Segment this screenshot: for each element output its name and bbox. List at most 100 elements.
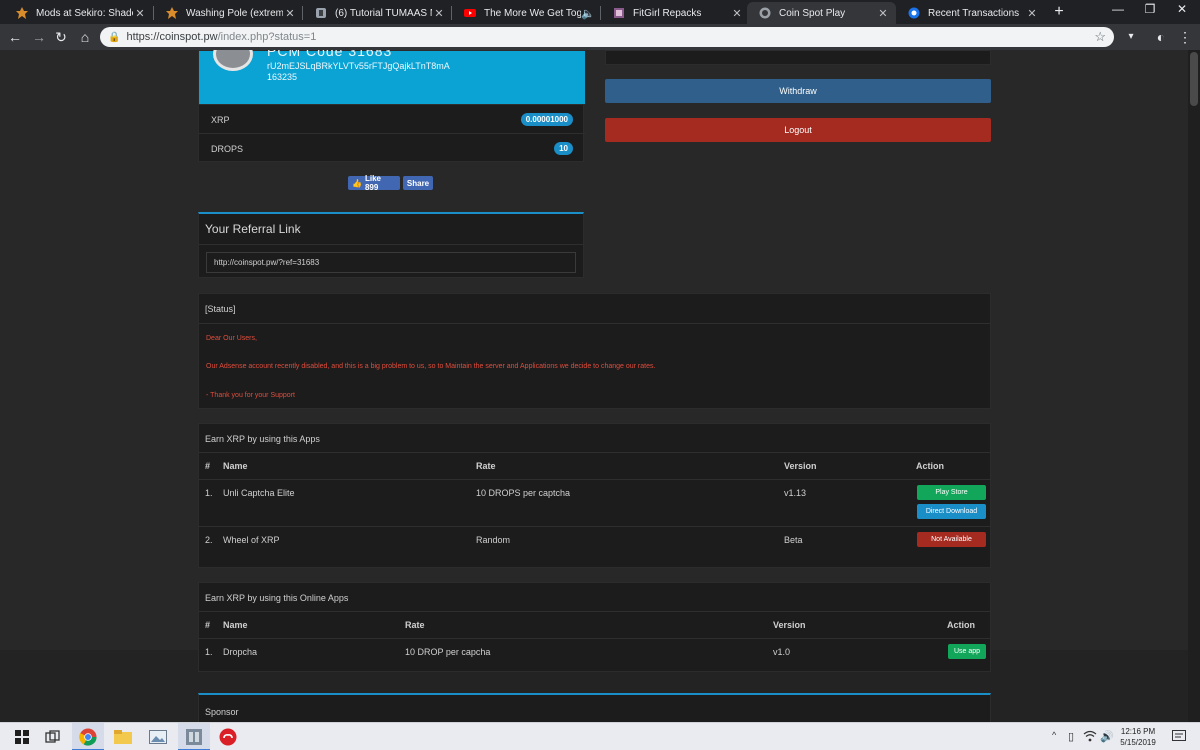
online-apps-panel: Earn XRP by using this Online Apps # Nam… [198, 582, 991, 672]
profile-card: PCM Code 31683 rU2mEJSLqBRkYLVTv55rFTJgQ… [198, 50, 585, 163]
right-top-panel [605, 50, 991, 65]
scrollbar-thumb[interactable] [1190, 52, 1198, 106]
notifications-icon[interactable] [1172, 730, 1186, 746]
speaker-icon[interactable]: 🔈 [581, 7, 595, 20]
chrome-icon[interactable] [78, 727, 98, 747]
chevron-up-icon[interactable]: ^ [1052, 730, 1056, 740]
tab-washing-pole[interactable]: Washing Pole (extreme lon ✕ [154, 2, 303, 24]
app-rate: 10 DROPS per captcha [476, 488, 571, 498]
divider [199, 452, 990, 453]
nexus-favicon-icon [166, 7, 178, 19]
new-tab-button[interactable]: + [1050, 3, 1068, 21]
like-label: Like 899 [364, 174, 381, 192]
url-path: /index.php?status=1 [217, 31, 317, 43]
creative-cloud-icon[interactable] [218, 727, 238, 747]
withdraw-button[interactable]: Withdraw [605, 79, 991, 103]
browser-tab-bar: Mods at Sekiro: Shadows D ✕ Washing Pole… [0, 0, 1200, 24]
home-icon[interactable]: ⌂ [76, 28, 94, 46]
tab-title: Mods at Sekiro: Shadows D [36, 7, 133, 19]
wifi-icon[interactable] [1083, 730, 1097, 745]
status-heading: [Status] [205, 304, 236, 314]
url-main: https://coinspot.pw [126, 31, 218, 43]
close-window-button[interactable]: ✕ [1172, 2, 1192, 16]
usb-device-icon[interactable]: ▯ [1068, 730, 1074, 743]
close-icon[interactable]: ✕ [133, 7, 147, 20]
tab-title: Coin Spot Play [779, 7, 846, 19]
not-available-button[interactable]: Not Available [917, 532, 986, 547]
balance-row-drops: DROPS 10 [199, 133, 585, 163]
address-bar[interactable]: 🔒 https://coinspot.pw/index.php?status=1… [100, 27, 1114, 47]
page-scrollbar[interactable] [1188, 50, 1200, 722]
tab-fitgirl[interactable]: FitGirl Repacks ✕ [601, 2, 750, 24]
column-header: Action [947, 620, 975, 630]
row-number: 1. [205, 488, 213, 498]
column-header: Name [223, 461, 248, 471]
logout-button[interactable]: Logout [605, 118, 991, 142]
extension-icon[interactable]: ▾ [1122, 28, 1140, 46]
page-viewport: PCM Code 31683 rU2mEJSLqBRkYLVTv55rFTJgQ… [0, 50, 1200, 722]
referral-title: Your Referral Link [205, 222, 301, 236]
avatar [213, 50, 253, 71]
system-clock[interactable]: 12:16 PM 5/15/2019 [1112, 726, 1164, 748]
fitgirl-favicon-icon [613, 7, 625, 19]
menu-kebab-icon[interactable]: ⋮ [1176, 28, 1194, 46]
file-explorer-icon[interactable] [113, 727, 133, 747]
referral-link-field[interactable]: http://coinspot.pw/?ref=31683 [206, 252, 576, 273]
app-name: Dropcha [223, 647, 258, 657]
play-store-button[interactable]: Play Store [917, 485, 986, 500]
status-signoff: - Thank you for your Support [206, 392, 295, 399]
column-header: Name [223, 620, 248, 630]
windows-start-icon[interactable] [12, 727, 32, 747]
tab-tutorial[interactable]: (6) Tutorial TUMAAS NAGI ✕ [303, 2, 452, 24]
row-number: 2. [205, 535, 213, 545]
clock-date: 5/15/2019 [1120, 738, 1156, 747]
column-header: Rate [405, 620, 425, 630]
balance-badge: 0.00001000 [520, 113, 573, 126]
wallet-address-line: rU2mEJSLqBRkYLVTv55rFTJgQajkLTnT8mA [267, 61, 450, 71]
coinspot-favicon-icon [759, 7, 771, 19]
app-rate: 10 DROP per capcha [405, 647, 491, 657]
divider [199, 526, 990, 527]
close-icon[interactable]: ✕ [730, 7, 744, 20]
clock-time: 12:16 PM [1120, 727, 1156, 736]
facebook-like-button[interactable]: 👍 Like 899 [348, 174, 400, 192]
forward-arrow-icon[interactable]: → [30, 28, 48, 46]
column-header: Rate [476, 461, 496, 471]
close-icon[interactable]: ✕ [876, 7, 890, 20]
bookmark-star-icon[interactable]: ☆ [1094, 29, 1106, 45]
back-arrow-icon[interactable]: ← [6, 28, 24, 46]
close-icon[interactable]: ✕ [283, 7, 297, 20]
account-code: PCM Code 31683 [267, 50, 393, 59]
url-text[interactable]: https://coinspot.pw/index.php?status=1 [126, 31, 1094, 43]
minimize-button[interactable]: — [1108, 2, 1128, 16]
sponsor-heading: Sponsor [205, 707, 239, 717]
close-icon[interactable]: ✕ [432, 7, 446, 20]
wallet-address: rU2mEJSLqBRkYLVTv55rFTJgQajkLTnT8mA 1632… [267, 61, 467, 83]
profile-banner: PCM Code 31683 rU2mEJSLqBRkYLVTv55rFTJgQ… [199, 50, 585, 104]
tab-sekiro-mods[interactable]: Mods at Sekiro: Shadows D ✕ [4, 2, 153, 24]
app-version: v1.13 [784, 488, 807, 498]
close-icon[interactable]: ✕ [1025, 7, 1039, 20]
photos-app-icon[interactable] [148, 727, 168, 747]
restore-button[interactable]: ❐ [1140, 2, 1160, 16]
divider [199, 244, 583, 245]
tab-coin-spot-play[interactable]: Coin Spot Play ✕ [747, 2, 896, 24]
direct-download-button[interactable]: Direct Download [917, 504, 986, 519]
tab-title: The More We Get Toge [484, 7, 581, 19]
nexus-favicon-icon [16, 7, 28, 19]
apps-panel: Earn XRP by using this Apps # Name Rate … [198, 423, 991, 568]
tab-recent-transactions[interactable]: Recent Transactions ✕ [896, 2, 1045, 24]
reload-icon[interactable]: ↻ [52, 28, 70, 46]
profile-avatar-icon[interactable]: ◐ [1152, 28, 1170, 46]
column-header: Version [773, 620, 806, 630]
divider [199, 638, 990, 639]
divider [199, 611, 990, 612]
game-app-icon[interactable] [184, 727, 204, 747]
tab-youtube[interactable]: The More We Get Toge 🔈 [452, 2, 601, 24]
use-app-button[interactable]: Use app [948, 644, 986, 659]
wallet-tag-line: 163235 [267, 72, 298, 82]
browser-toolbar: ← → ↻ ⌂ 🔒 https://coinspot.pw/index.php?… [0, 24, 1200, 50]
task-view-icon[interactable] [43, 727, 63, 747]
facebook-share-button[interactable]: Share [403, 176, 433, 190]
tab-title: Washing Pole (extreme lon [186, 7, 283, 19]
